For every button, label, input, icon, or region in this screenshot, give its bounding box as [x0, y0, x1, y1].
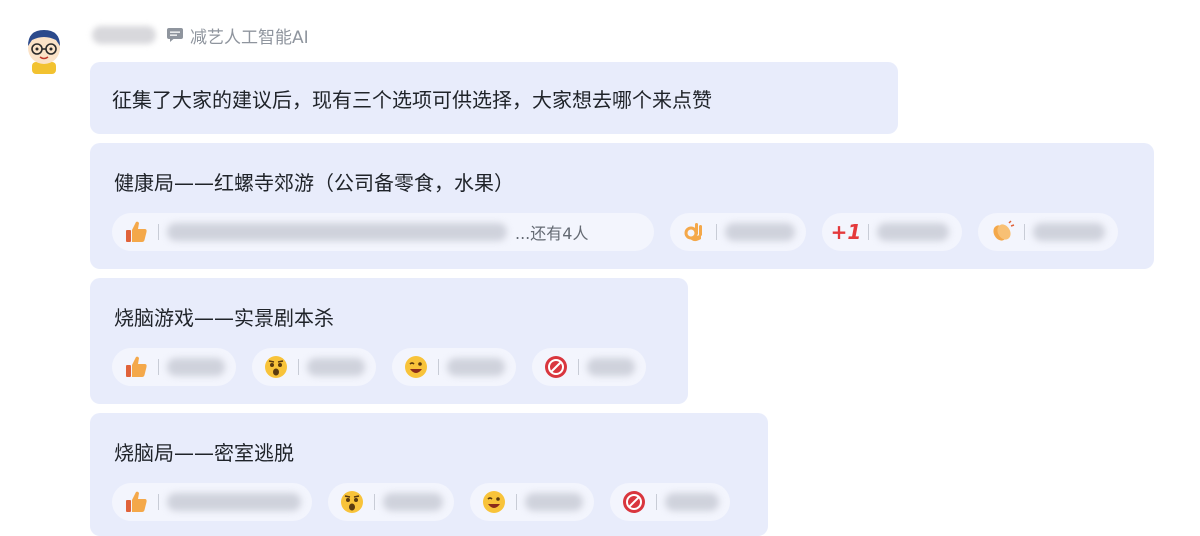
reactor-names-redacted — [725, 223, 795, 241]
message-text: 烧脑游戏——实景剧本杀 — [114, 306, 334, 330]
message-text: 健康局——红螺寺郊游（公司备零食，水果） — [114, 171, 514, 195]
reactor-names-redacted — [167, 493, 301, 511]
grinning-face-icon — [480, 488, 508, 516]
no-sign-icon — [620, 488, 648, 516]
reactor-names-redacted — [383, 493, 443, 511]
reactor-names-redacted — [525, 493, 583, 511]
reaction-chip-surprised[interactable] — [252, 348, 376, 386]
message-bubble[interactable]: 烧脑局——密室逃脱 — [90, 413, 768, 536]
reaction-list — [112, 348, 646, 386]
reactor-names-redacted — [587, 358, 635, 376]
surprised-face-icon — [262, 353, 290, 381]
reactor-names-redacted — [167, 358, 225, 376]
sender-row: 减艺人工智能AI — [92, 20, 309, 50]
thumbs-up-icon — [122, 218, 150, 246]
avatar[interactable] — [22, 24, 66, 74]
reactor-names-redacted — [1033, 223, 1105, 241]
reactor-names-redacted — [447, 358, 505, 376]
surprised-face-icon — [338, 488, 366, 516]
no-sign-icon — [542, 353, 570, 381]
chat-group-icon — [167, 28, 183, 42]
sender-name-redacted — [92, 26, 156, 44]
group-tag[interactable]: 减艺人工智能AI — [166, 23, 309, 48]
reaction-chip-grinning[interactable] — [392, 348, 516, 386]
plus-one-icon: +1 — [830, 220, 862, 244]
reactor-names-redacted — [665, 493, 719, 511]
reaction-chip-surprised[interactable] — [328, 483, 454, 521]
message-bubble[interactable]: 烧脑游戏——实景剧本杀 — [90, 278, 688, 404]
reaction-chip-clapping[interactable] — [978, 213, 1118, 251]
reaction-chip-ok-hand[interactable] — [670, 213, 806, 251]
thumbs-up-icon — [122, 488, 150, 516]
reaction-chip-no[interactable] — [610, 483, 730, 521]
clapping-hands-icon — [988, 218, 1016, 246]
reaction-chip-plus-one[interactable]: +1 — [822, 213, 962, 251]
message-bubble[interactable]: 健康局——红螺寺郊游（公司备零食，水果） ...还有4人 +1 — [90, 143, 1154, 269]
reaction-list — [112, 483, 730, 521]
message-text: 烧脑局——密室逃脱 — [114, 441, 294, 465]
message-bubble[interactable]: 征集了大家的建议后，现有三个选项可供选择，大家想去哪个来点赞 — [90, 62, 898, 134]
group-name: 减艺人工智能AI — [190, 27, 309, 48]
reactor-names-redacted — [167, 223, 507, 241]
reactor-names-redacted — [307, 358, 365, 376]
message-text: 征集了大家的建议后，现有三个选项可供选择，大家想去哪个来点赞 — [112, 87, 712, 112]
thumbs-up-icon — [122, 353, 150, 381]
reaction-chip-thumbs-up[interactable] — [112, 483, 312, 521]
reaction-chip-thumbs-up[interactable]: ...还有4人 — [112, 213, 654, 251]
reaction-chip-grinning[interactable] — [470, 483, 594, 521]
grinning-face-icon — [402, 353, 430, 381]
ok-hand-icon — [680, 218, 708, 246]
cartoon-avatar-icon — [28, 30, 60, 74]
reactor-names-redacted — [877, 223, 949, 241]
more-reactors[interactable]: ...还有4人 — [515, 220, 588, 244]
reaction-chip-thumbs-up[interactable] — [112, 348, 236, 386]
reaction-list: ...还有4人 +1 — [112, 213, 1118, 251]
reaction-chip-no[interactable] — [532, 348, 646, 386]
